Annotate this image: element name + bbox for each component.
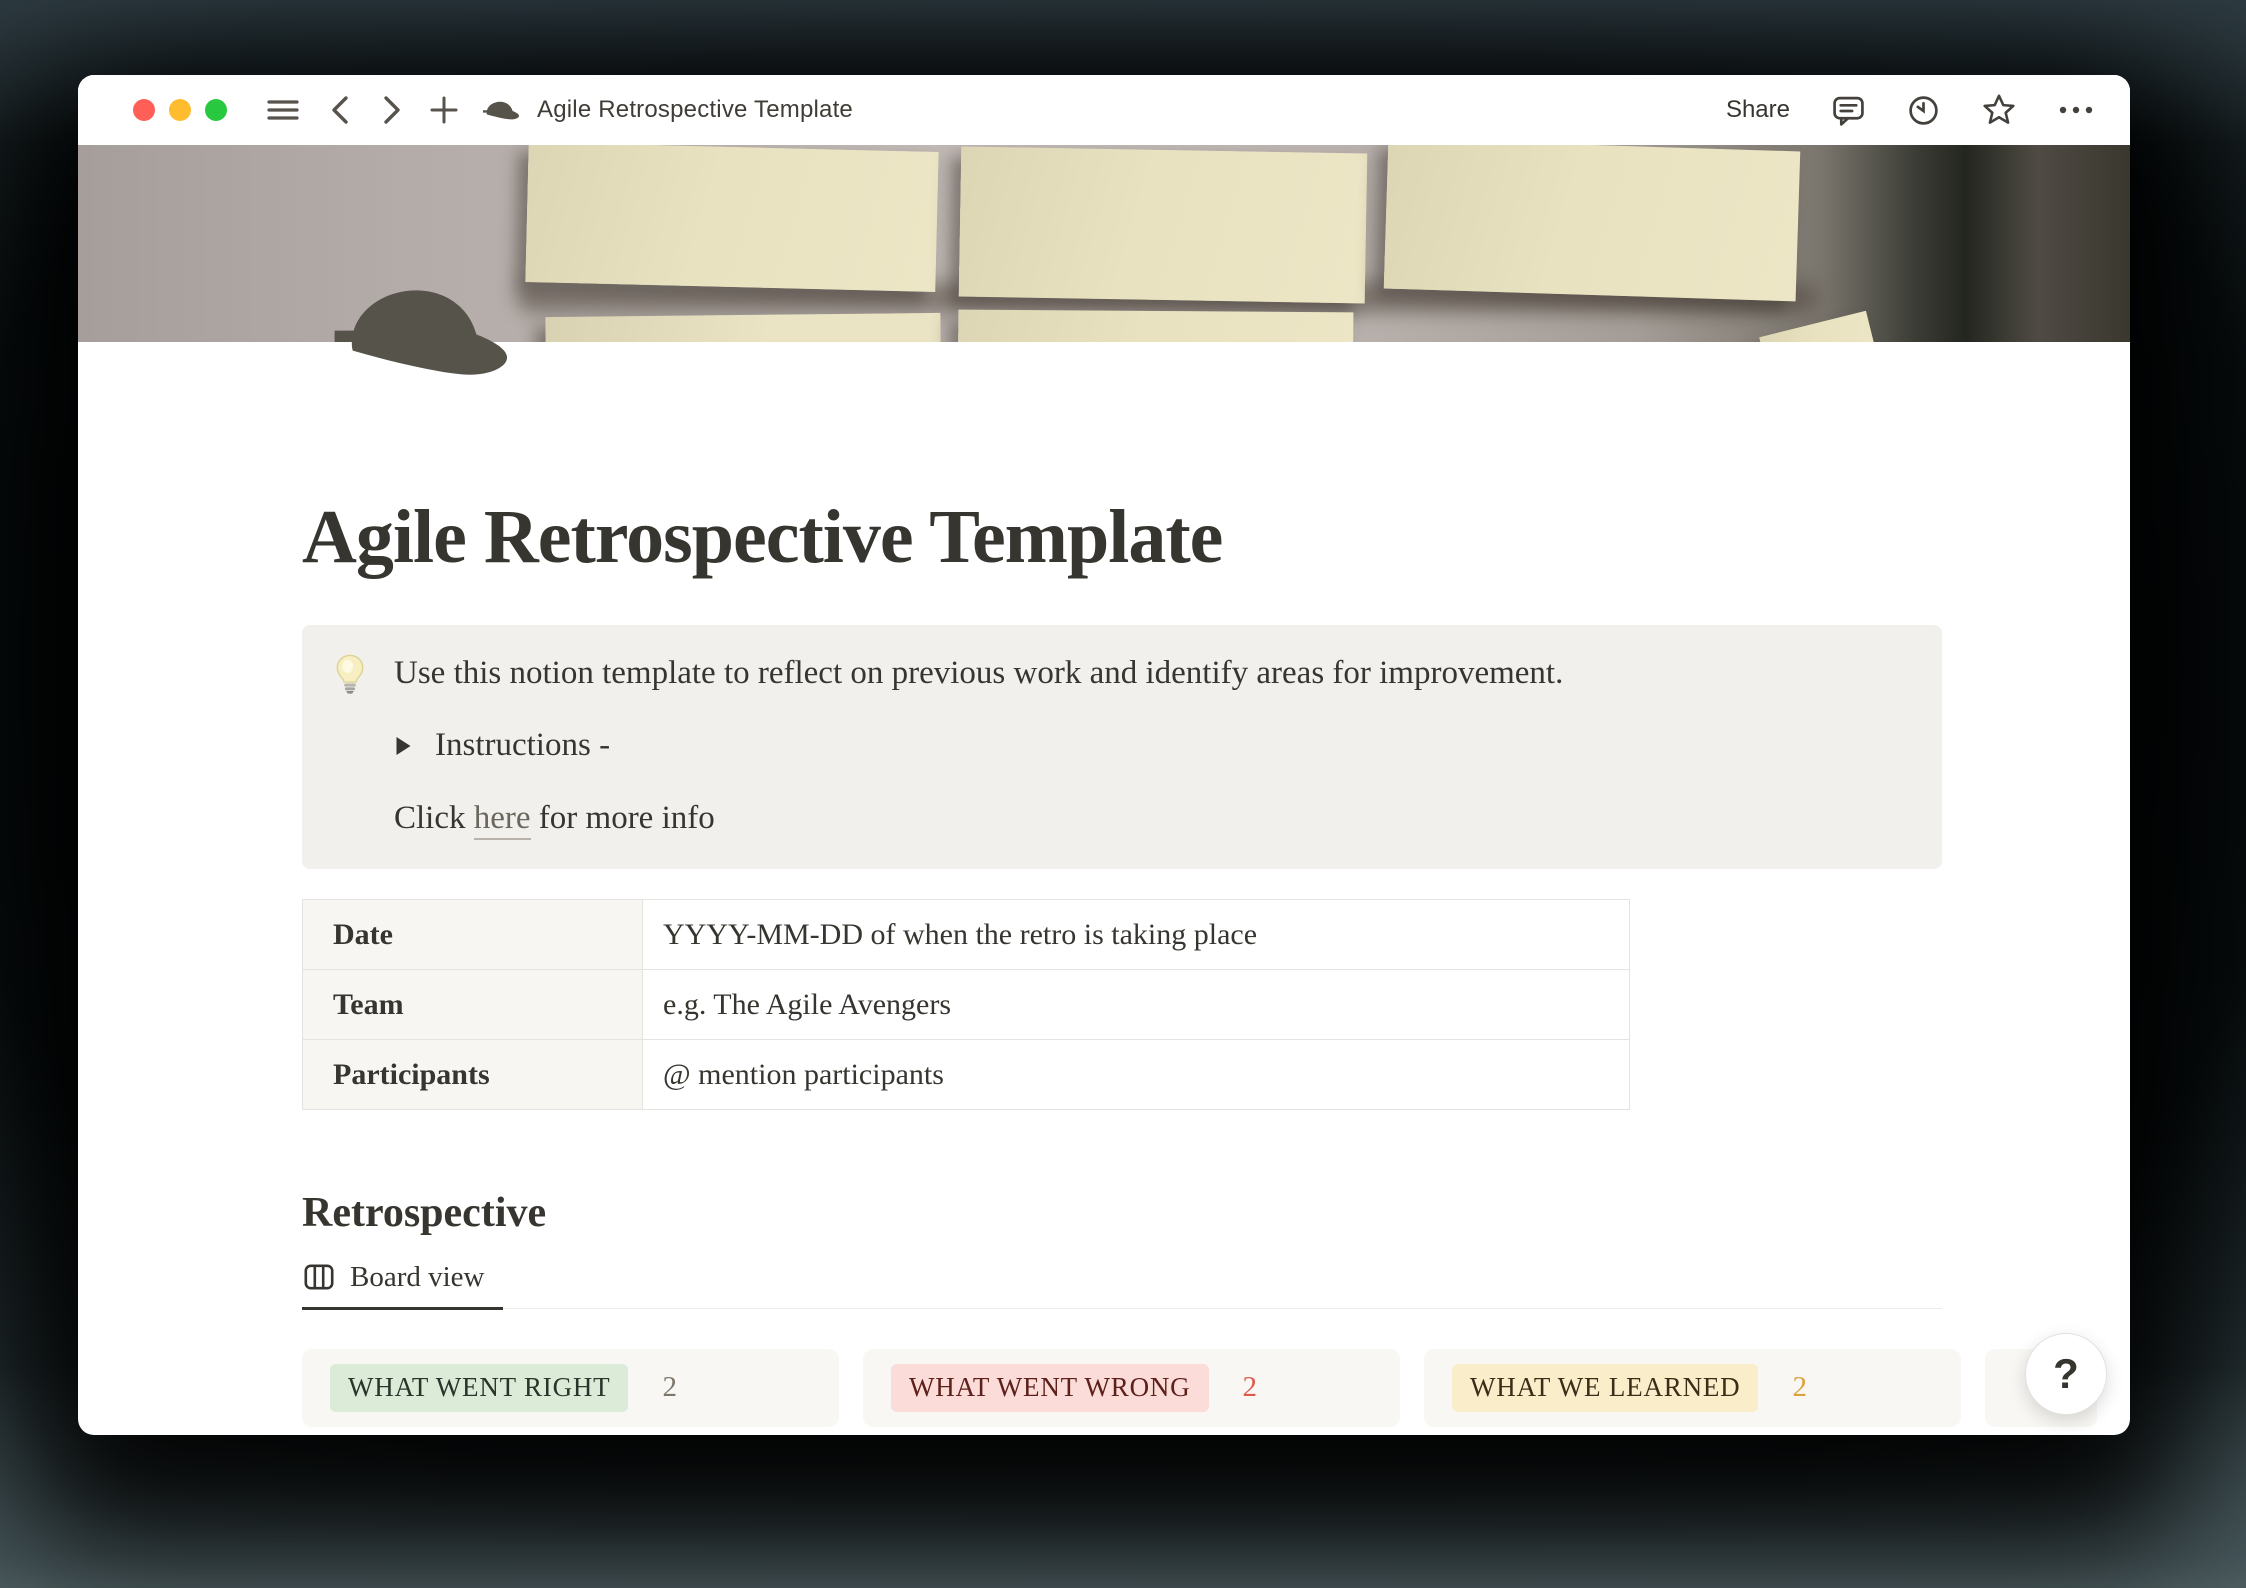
- link-suffix-text: for more info: [531, 800, 715, 836]
- table-row: Date YYYY-MM-DD of when the retro is tak…: [303, 900, 1630, 970]
- sticky-note: [545, 313, 941, 342]
- notion-app-window: Agile Retrospective Template Share: [78, 75, 2130, 1435]
- more-ellipsis-icon[interactable]: [2058, 105, 2094, 115]
- zoom-window-button[interactable]: [205, 99, 227, 121]
- back-icon[interactable]: [327, 94, 353, 126]
- page-cap-icon-small: [481, 100, 519, 121]
- sticky-note: [525, 145, 938, 292]
- board-column-what-went-wrong: WHAT WENT WRONG 2: [863, 1349, 1400, 1427]
- table-value-cell[interactable]: YYYY-MM-DD of when the retro is taking p…: [643, 900, 1630, 970]
- table-value-cell[interactable]: e.g. The Agile Avengers: [643, 970, 1630, 1040]
- hamburger-menu-icon[interactable]: [267, 98, 299, 122]
- close-window-button[interactable]: [133, 99, 155, 121]
- board-view-label: Board view: [350, 1261, 485, 1294]
- board-columns-row: WHAT WENT RIGHT 2 WHAT WENT WRONG 2 WHAT…: [302, 1349, 2130, 1427]
- table-row: Team e.g. The Agile Avengers: [303, 970, 1630, 1040]
- minimize-window-button[interactable]: [169, 99, 191, 121]
- section-heading-retrospective: Retrospective: [302, 1188, 1942, 1238]
- info-table: Date YYYY-MM-DD of when the retro is tak…: [302, 899, 1630, 1110]
- group-count: 2: [662, 1371, 677, 1404]
- sticky-note: [1759, 311, 1883, 342]
- toggle-triangle-icon[interactable]: [394, 734, 413, 758]
- here-link[interactable]: here: [474, 800, 531, 840]
- database-views-bar: Board view: [302, 1253, 1942, 1309]
- board-view-icon: [304, 1262, 334, 1292]
- sticky-note: [959, 146, 1368, 303]
- traffic-lights: [133, 99, 227, 121]
- table-value-cell[interactable]: @ mention participants: [643, 1040, 1630, 1110]
- light-bulb-emoji: [330, 651, 372, 699]
- table-label-cell[interactable]: Team: [303, 970, 643, 1040]
- help-button[interactable]: ?: [2025, 1333, 2107, 1415]
- callout-block: Use this notion template to reflect on p…: [302, 625, 1942, 869]
- new-tab-icon[interactable]: [429, 95, 459, 125]
- sticky-note: [1384, 145, 1801, 301]
- table-label-cell[interactable]: Participants: [303, 1040, 643, 1110]
- favorite-star-icon[interactable]: [1982, 93, 2016, 127]
- instructions-toggle[interactable]: Instructions -: [394, 723, 1902, 768]
- share-button[interactable]: Share: [1726, 96, 1790, 124]
- sticky-note: [958, 310, 1354, 342]
- titlebar-actions: Share: [1726, 93, 2094, 127]
- window-page-title: Agile Retrospective Template: [537, 96, 853, 124]
- forward-icon[interactable]: [379, 94, 405, 126]
- table-row: Participants @ mention participants: [303, 1040, 1630, 1110]
- group-badge[interactable]: WHAT WE LEARNED: [1452, 1364, 1758, 1412]
- updates-clock-icon[interactable]: [1907, 94, 1940, 127]
- table-label-cell[interactable]: Date: [303, 900, 643, 970]
- group-count: 2: [1792, 1371, 1807, 1404]
- callout-link-line: Click here for more info: [394, 796, 1902, 841]
- board-column-what-we-learned: WHAT WE LEARNED 2: [1424, 1349, 1961, 1427]
- titlebar: Agile Retrospective Template Share: [78, 75, 2130, 145]
- page-title[interactable]: Agile Retrospective Template: [302, 494, 1942, 581]
- group-badge[interactable]: WHAT WENT RIGHT: [330, 1364, 628, 1412]
- tab-board-view[interactable]: Board view: [302, 1253, 503, 1310]
- group-count: 2: [1243, 1371, 1258, 1404]
- page-icon-cap[interactable]: [325, 285, 507, 379]
- page-content: Agile Retrospective Template Use this no…: [302, 494, 1942, 1427]
- group-badge[interactable]: WHAT WENT WRONG: [891, 1364, 1209, 1412]
- callout-intro-text: Use this notion template to reflect on p…: [394, 651, 1902, 696]
- link-prefix-text: Click: [394, 800, 474, 836]
- board-column-what-went-right: WHAT WENT RIGHT 2: [302, 1349, 839, 1427]
- comments-icon[interactable]: [1832, 94, 1865, 127]
- instructions-toggle-label: Instructions -: [435, 723, 610, 768]
